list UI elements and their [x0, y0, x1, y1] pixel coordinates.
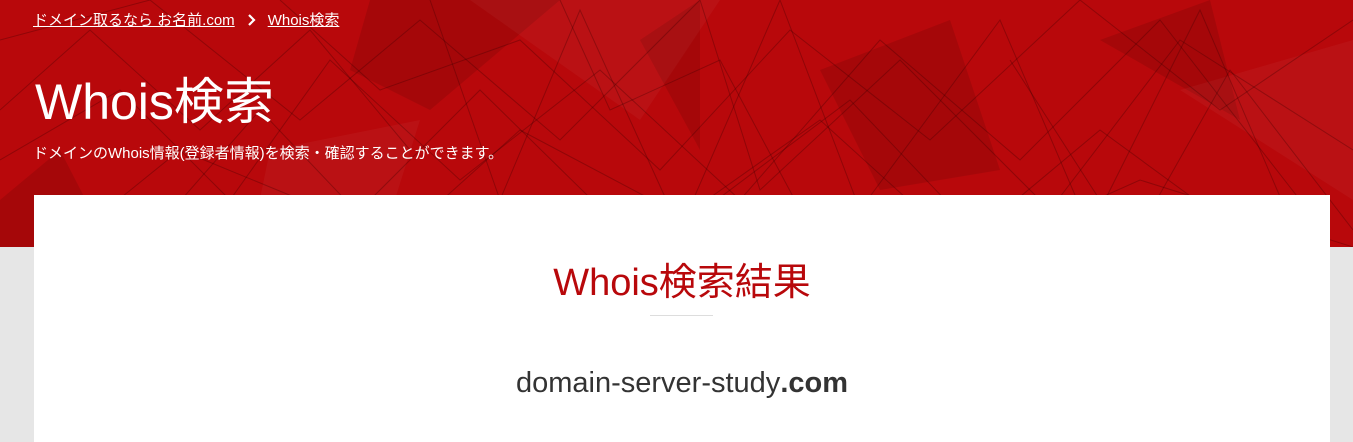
domain-tld: .com	[780, 367, 848, 399]
page-title: Whois検索	[35, 74, 274, 130]
chevron-right-icon	[247, 13, 256, 26]
domain-name: domain-server-study	[515, 367, 781, 399]
breadcrumb-home-link[interactable]: ドメイン取るなら お名前.com	[33, 9, 235, 30]
searched-domain: domain-server-study.com	[34, 367, 1330, 400]
page: ドメイン取るなら お名前.com Whois検索 Whois検索 ドメインのWh…	[0, 0, 1353, 442]
breadcrumb: ドメイン取るなら お名前.com Whois検索	[33, 9, 339, 30]
title-divider	[650, 315, 713, 316]
result-card: Whois検索結果 domain-server-study.com	[34, 195, 1330, 442]
result-title: Whois検索結果	[553, 262, 811, 304]
breadcrumb-current-link[interactable]: Whois検索	[268, 9, 340, 30]
page-description: ドメインのWhois情報(登録者情報)を検索・確認することができます。	[33, 145, 504, 162]
